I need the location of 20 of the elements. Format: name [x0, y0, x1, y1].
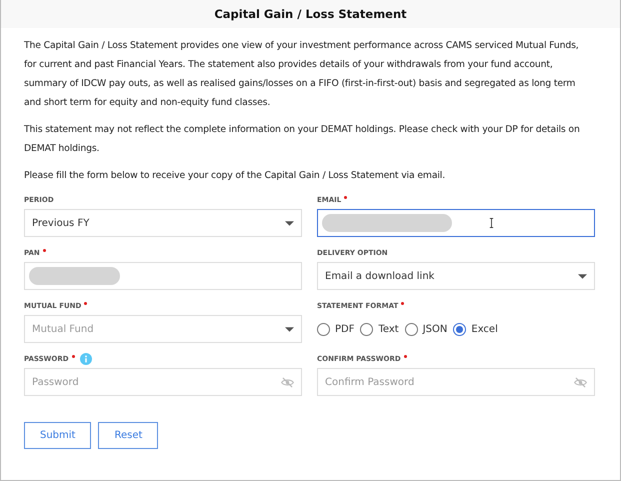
submit-button[interactable]: Submit	[24, 422, 92, 449]
format-radio-option[interactable]: Excel	[453, 322, 498, 336]
eye-slash-icon[interactable]	[281, 376, 294, 388]
text-cursor-icon	[489, 218, 494, 228]
dropdown-field[interactable]: Previous FY	[24, 209, 302, 237]
page-title: Capital Gain / Loss Statement	[214, 7, 407, 21]
format-radio-option[interactable]: PDF	[317, 322, 354, 336]
format-radio-option[interactable]: JSON	[404, 322, 448, 336]
format-radio-option[interactable]: Text	[360, 322, 399, 336]
reset-button[interactable]: Reset	[98, 422, 158, 449]
description-text: The Capital Gain / Loss Statement provides one view of your investment performance across CAMS serviced Mutual Funds, for current and past Financial Years. The statement also provides details of your withdrawals from your fund account, summary of IDCW pay outs, as well as realised gains/losses on a FIFO (first-in-first-out) basis and segregated as long term and short term for equity and non-equity fund classes.	[24, 39, 580, 110]
dropdown-field[interactable]: Email a download link	[317, 262, 595, 290]
info-icon[interactable]	[80, 353, 92, 365]
caret-icon	[578, 274, 587, 278]
input-field[interactable]	[317, 209, 595, 237]
caret-icon	[285, 220, 294, 226]
eye-slash-icon[interactable]	[574, 376, 587, 388]
caret-icon	[285, 326, 294, 332]
description-text: Please fill the form below to receive your copy of the Capital Gain / Loss Statement via email.	[24, 169, 446, 183]
description-text: This statement may not reflect the complete information on your DEMAT holdings. Please check with your DP for details on DEMAT holdings.	[24, 123, 581, 156]
